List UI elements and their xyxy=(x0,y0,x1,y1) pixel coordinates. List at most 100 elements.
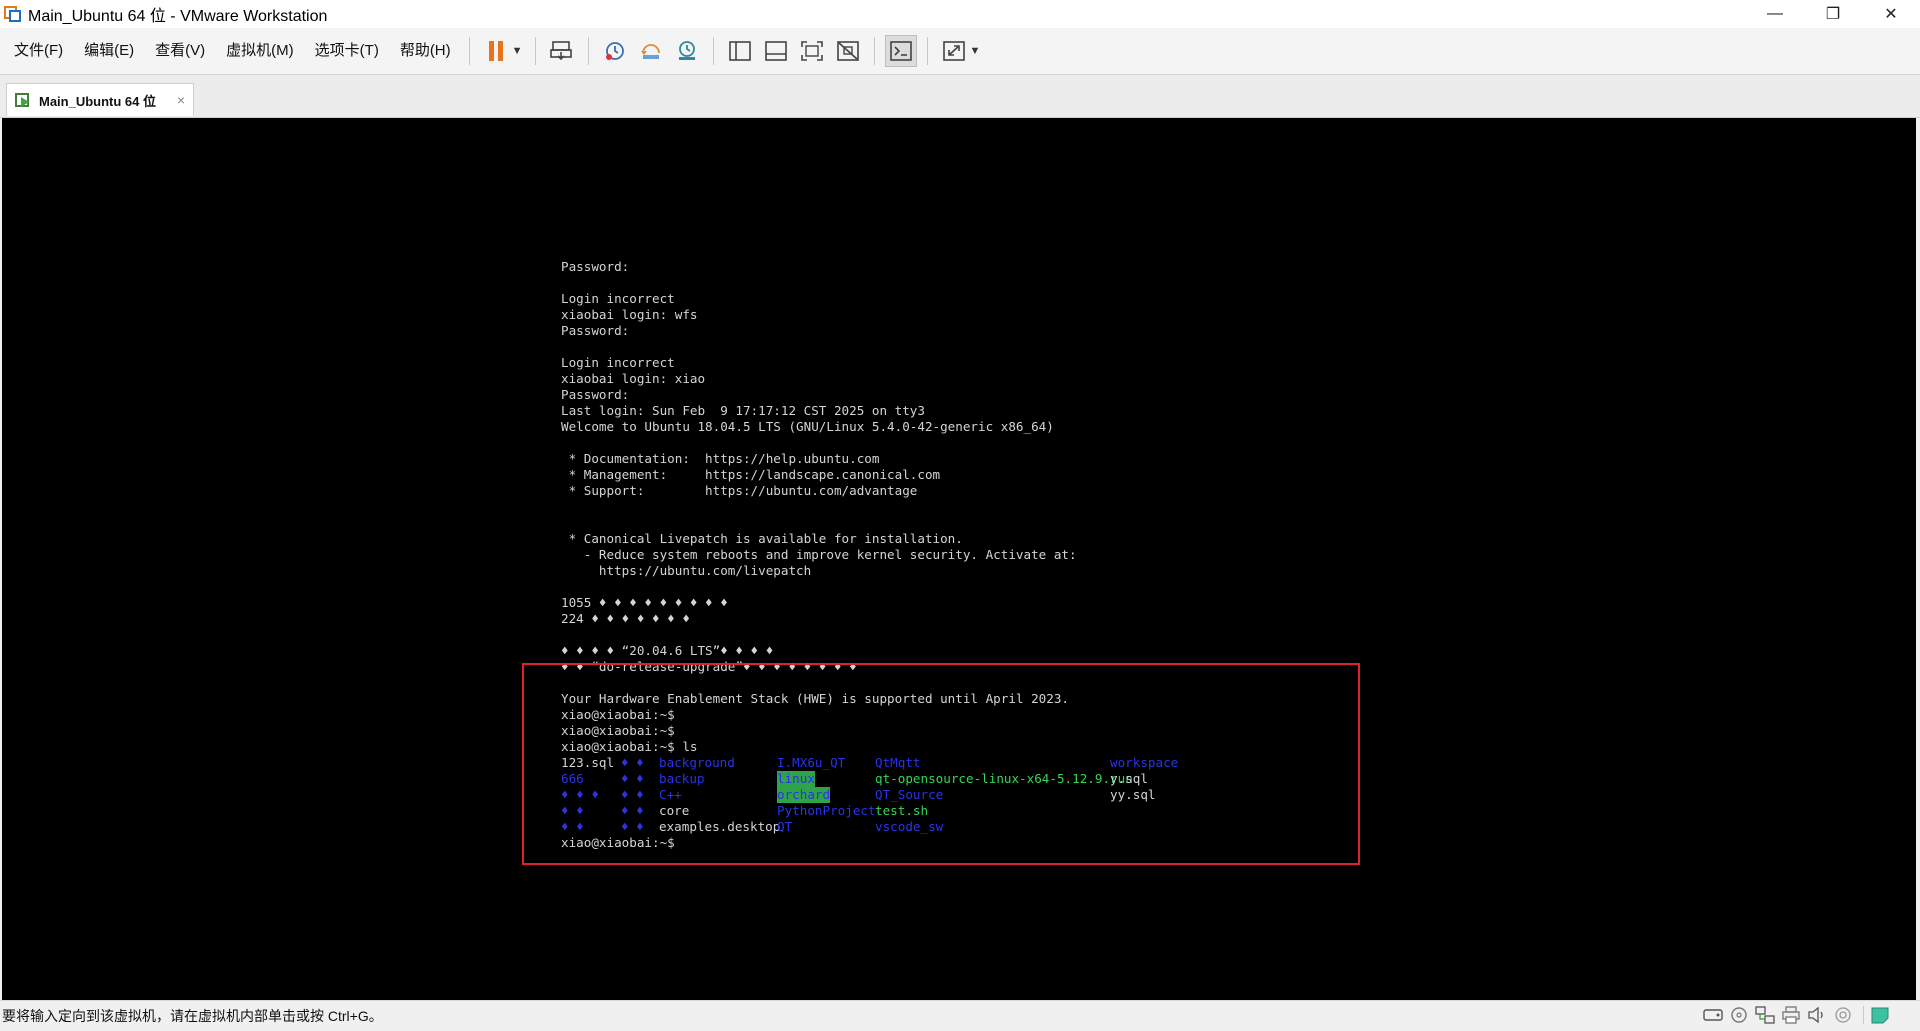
printer-icon[interactable] xyxy=(1781,1005,1801,1025)
network-icon[interactable] xyxy=(1755,1005,1775,1025)
snapshot-button[interactable] xyxy=(599,35,631,67)
send-ctrl-alt-del-icon xyxy=(549,41,572,61)
unity-button[interactable] xyxy=(832,35,864,67)
stretch-guest-icon xyxy=(942,41,965,61)
terminal-line: * Documentation: https://help.ubuntu.com xyxy=(561,451,880,466)
menu-view[interactable]: 查看(V) xyxy=(147,36,213,66)
minimize-button[interactable]: — xyxy=(1746,0,1804,28)
ls-entry: yy.sql xyxy=(1110,787,1156,802)
toolbar-separator xyxy=(873,37,875,65)
window-title: Main_Ubuntu 64 位 - VMware Workstation xyxy=(28,8,328,25)
ls-entry: QtMqtt xyxy=(875,755,921,770)
terminal-line: Last login: Sun Feb 9 17:17:12 CST 2025 … xyxy=(561,403,925,418)
ls-entry: ♦ ♦ ♦ xyxy=(561,787,599,802)
revert-snapshot-icon xyxy=(640,44,660,59)
chevron-down-icon[interactable]: ▼ xyxy=(970,45,981,57)
terminal-line: * Canonical Livepatch is available for i… xyxy=(561,531,963,546)
stretch-guest-button[interactable] xyxy=(938,35,970,67)
console-view-button[interactable] xyxy=(884,35,917,67)
snapshot-icon xyxy=(605,42,624,60)
ls-entry: ♦ ♦ xyxy=(621,819,644,834)
terminal-line: 1055 ♦ ♦ ♦ ♦ ♦ ♦ ♦ ♦ ♦ xyxy=(561,595,728,610)
ls-entry: C++ xyxy=(659,787,682,802)
terminal-output: Password: Login incorrect xiaobai login: w… xyxy=(561,259,1361,851)
ls-entry: y.sql xyxy=(1110,771,1148,786)
usb-icon[interactable] xyxy=(1833,1005,1853,1025)
restore-button[interactable]: ❐ xyxy=(1804,0,1862,28)
console-view-icon xyxy=(889,41,912,61)
menu-help[interactable]: 帮助(H) xyxy=(392,36,459,66)
snapshot-manager-icon xyxy=(678,41,695,60)
menu-vm[interactable]: 虚拟机(M) xyxy=(218,36,302,66)
ls-entry: ♦ ♦ xyxy=(561,803,584,818)
show-library-button[interactable] xyxy=(724,35,756,67)
show-library-icon xyxy=(728,41,751,61)
terminal-line: xiao@xiaobai:~$ xyxy=(561,707,675,722)
ls-entry: backup xyxy=(659,771,705,786)
thumbnail-bar-button[interactable] xyxy=(760,35,792,67)
terminal-line: 224 ♦ ♦ ♦ ♦ ♦ ♦ ♦ xyxy=(561,611,690,626)
pause-button[interactable] xyxy=(480,35,512,67)
terminal-line: Password: xyxy=(561,387,630,402)
ls-entry: 666 xyxy=(561,771,584,786)
full-screen-button[interactable] xyxy=(796,35,828,67)
terminal-line: Login incorrect xyxy=(561,355,675,370)
terminal-line: Login incorrect xyxy=(561,291,675,306)
status-message: 要将输入定向到该虚拟机，请在虚拟机内部单击或按 Ctrl+G。 xyxy=(2,1008,383,1024)
toolbar-separator xyxy=(926,37,928,65)
window-controls: — ❐ ✕ xyxy=(1746,0,1920,28)
device-icons xyxy=(1697,1005,1890,1025)
cd-rom-icon[interactable] xyxy=(1729,1005,1749,1025)
close-button[interactable]: ✕ xyxy=(1862,0,1920,28)
status-bar: 要将输入定向到该虚拟机，请在虚拟机内部单击或按 Ctrl+G。 xyxy=(0,1000,1920,1031)
revert-snapshot-button[interactable] xyxy=(635,35,667,67)
ls-entry: 123.sql xyxy=(561,755,615,770)
tab-main-ubuntu[interactable]: Main_Ubuntu 64 位 × xyxy=(6,83,194,116)
unity-icon xyxy=(836,41,859,61)
title-bar: Main_Ubuntu 64 位 - VMware Workstation — … xyxy=(0,0,1920,28)
message-icon[interactable] xyxy=(1870,1005,1890,1025)
tab-label: Main_Ubuntu 64 位 xyxy=(39,93,157,109)
ls-entry: ♦ ♦ xyxy=(621,755,644,770)
tab-strip: Main_Ubuntu 64 位 × xyxy=(0,75,1920,118)
terminal-line: xiaobai login: wfs xyxy=(561,307,698,322)
ls-entry: QT xyxy=(777,819,793,834)
ls-entry: I.MX6u_QT xyxy=(777,755,846,770)
snapshot-manager-button[interactable] xyxy=(671,35,703,67)
ls-entry: ♦ ♦ xyxy=(621,787,644,802)
terminal-line: Password: xyxy=(561,323,630,338)
terminal-line: ♦ ♦ ♦ ♦ “20.04.6 LTS”♦ ♦ ♦ ♦ xyxy=(561,643,774,658)
vmware-app-icon xyxy=(4,5,22,23)
ls-entry: orchard xyxy=(777,787,831,803)
toolbar-separator xyxy=(587,37,589,65)
menu-edit[interactable]: 编辑(E) xyxy=(76,36,142,66)
ls-entry: core xyxy=(659,803,690,818)
terminal-lines: Password: Login incorrect xiaobai login: w… xyxy=(561,259,1361,755)
thumbnail-bar-icon xyxy=(764,41,787,61)
vm-console[interactable]: Password: Login incorrect xiaobai login: w… xyxy=(2,118,1916,1000)
ls-entry: qt-opensource-linux-x64-5.12.9.run xyxy=(875,771,1133,786)
menu-tabs[interactable]: 选项卡(T) xyxy=(307,36,387,66)
hard-disk-icon[interactable] xyxy=(1703,1005,1723,1025)
close-icon[interactable]: × xyxy=(177,92,185,108)
terminal-line: Welcome to Ubuntu 18.04.5 LTS (GNU/Linux… xyxy=(561,419,1054,434)
pause-icon xyxy=(488,41,503,61)
send-ctrl-alt-del-button[interactable] xyxy=(546,35,578,67)
terminal-line: - Reduce system reboots and improve kern… xyxy=(561,547,1077,562)
terminal-line: * Management: https://landscape.canonica… xyxy=(561,467,941,482)
sound-icon[interactable] xyxy=(1807,1005,1827,1025)
menu-file[interactable]: 文件(F) xyxy=(6,36,71,66)
menu-toolbar: 文件(F) 编辑(E) 查看(V) 虚拟机(M) 选项卡(T) 帮助(H) ▼ … xyxy=(0,28,1920,75)
terminal-line: xiao@xiaobai:~$ ls xyxy=(561,739,698,754)
chevron-down-icon[interactable]: ▼ xyxy=(512,45,523,57)
toolbar-separator xyxy=(712,37,714,65)
toolbar-separator xyxy=(534,37,536,65)
ls-entry: vscode_sw xyxy=(875,819,944,834)
ls-entry: ♦ ♦ xyxy=(621,803,644,818)
